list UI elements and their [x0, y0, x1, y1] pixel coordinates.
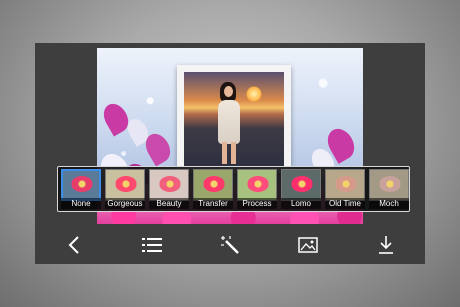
filter-option-transfer[interactable]: Transfer — [193, 169, 233, 209]
filter-thumbnail — [281, 169, 321, 201]
filter-thumbnail — [193, 169, 233, 201]
filter-thumbnail — [149, 169, 189, 201]
person-leg — [222, 142, 227, 164]
list-icon — [142, 238, 162, 252]
filter-option-beauty[interactable]: Beauty — [149, 169, 189, 209]
filter-label: None — [61, 198, 101, 209]
person-leg — [231, 142, 236, 164]
filter-option-old-time[interactable]: Old Time — [325, 169, 365, 209]
filter-label: Transfer — [193, 198, 233, 209]
filter-option-none[interactable]: None — [61, 169, 101, 209]
filter-label: Lomo — [281, 198, 321, 209]
person-face — [224, 86, 233, 97]
image-icon — [298, 237, 318, 253]
filter-label: Gorgeous — [105, 198, 145, 209]
filter-option-moch[interactable]: Moch — [369, 169, 409, 209]
user-photo[interactable] — [184, 72, 284, 166]
filter-thumbnail — [105, 169, 145, 201]
filter-label: Old Time — [325, 198, 365, 209]
effects-button[interactable] — [215, 230, 245, 260]
filter-label: Moch — [369, 198, 409, 209]
filter-thumbnail — [61, 169, 101, 201]
photo-frame[interactable] — [177, 65, 291, 173]
gallery-button[interactable] — [293, 230, 323, 260]
editor-app: None Gorgeous Beauty Transfer Process Lomo Old… — [35, 43, 425, 264]
magic-wand-icon — [221, 236, 239, 254]
back-button[interactable] — [59, 230, 89, 260]
chevron-left-icon — [68, 236, 79, 254]
download-button[interactable] — [371, 230, 401, 260]
filter-thumbnail — [369, 169, 409, 201]
menu-button[interactable] — [137, 230, 167, 260]
filter-option-gorgeous[interactable]: Gorgeous — [105, 169, 145, 209]
person-dress — [218, 100, 240, 144]
filter-option-process[interactable]: Process — [237, 169, 277, 209]
filter-option-lomo[interactable]: Lomo — [281, 169, 321, 209]
sunset-sun — [246, 86, 262, 102]
filter-label: Beauty — [149, 198, 189, 209]
filter-label: Process — [237, 198, 277, 209]
download-icon — [379, 236, 393, 254]
filter-thumbnail — [325, 169, 365, 201]
bottom-toolbar — [35, 226, 425, 264]
filter-thumbnail — [237, 169, 277, 201]
filter-strip[interactable]: None Gorgeous Beauty Transfer Process Lomo Old… — [57, 166, 410, 212]
